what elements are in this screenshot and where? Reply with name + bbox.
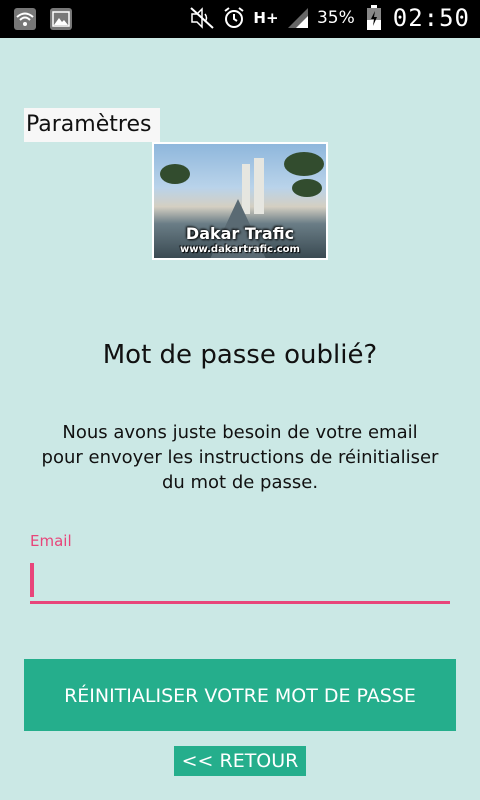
- settings-label[interactable]: Paramètres: [24, 108, 160, 142]
- image-icon: [48, 6, 74, 32]
- email-field[interactable]: [30, 560, 450, 604]
- logo-url: www.dakartrafic.com: [180, 244, 300, 255]
- status-bar: H+ 35% 02:50: [0, 0, 480, 38]
- page-title: Mot de passe oublié?: [102, 340, 378, 370]
- clock: 02:50: [392, 4, 470, 32]
- dakar-trafic-logo: Dakar Trafic www.dakartrafic.com: [152, 142, 328, 260]
- text-cursor: [30, 563, 34, 597]
- email-label: Email: [30, 532, 72, 550]
- battery-percent: 35%: [316, 8, 355, 28]
- battery-charging-icon: [361, 5, 387, 31]
- logo-title: Dakar Trafic: [185, 224, 295, 243]
- network-h-plus-icon: H+: [253, 9, 279, 27]
- reset-password-button[interactable]: RÉINITIALISER VOTRE MOT DE PASSE: [24, 659, 456, 731]
- signal-icon: [285, 5, 311, 31]
- alarm-icon: [221, 5, 247, 31]
- description-text: Nous avons juste besoin de votre email p…: [41, 422, 439, 493]
- mute-icon: [189, 5, 215, 31]
- back-button[interactable]: << RETOUR: [174, 746, 306, 776]
- wifi-icon: [12, 6, 38, 32]
